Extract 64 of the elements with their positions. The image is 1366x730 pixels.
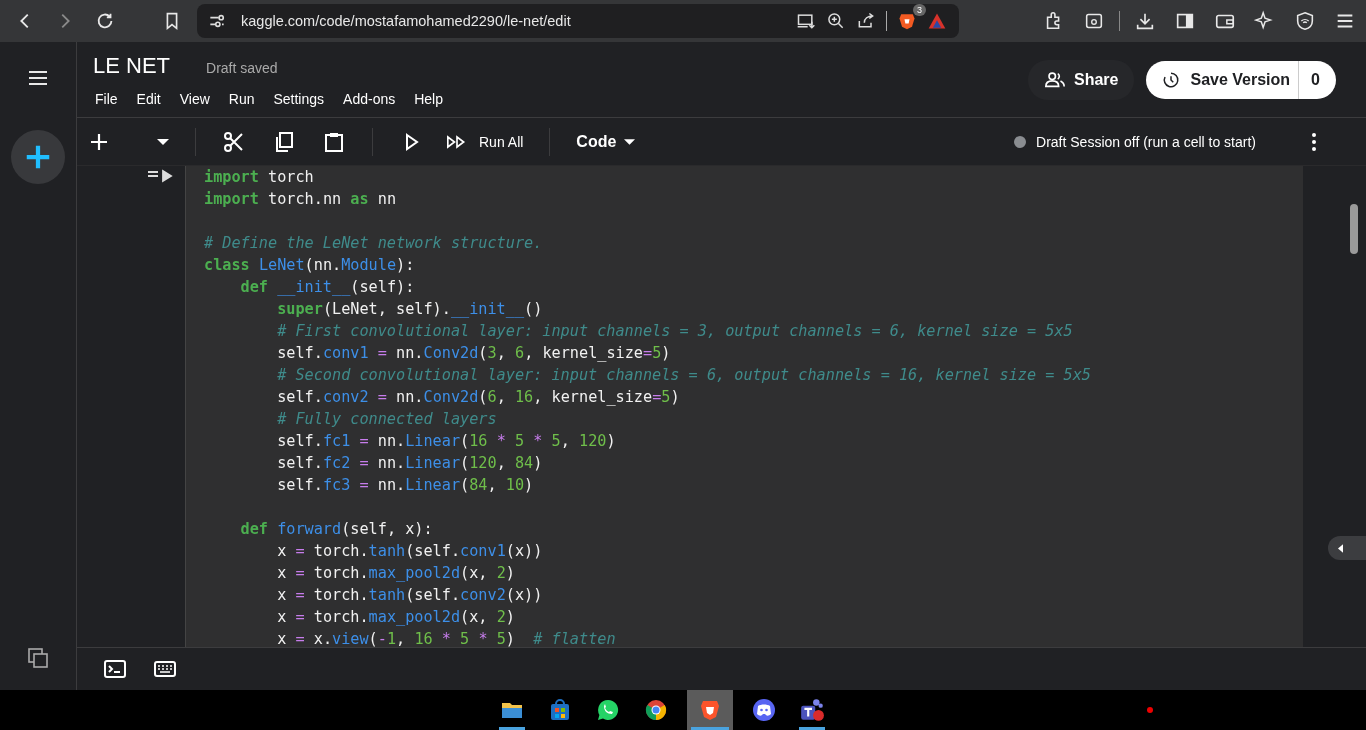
code-line: import torch.nn as nn: [204, 189, 398, 210]
code-line: # Define the LeNet network structure.: [204, 233, 544, 254]
code-line: x = torch.tanh(self.conv2(x)): [276, 585, 544, 606]
code-line: x = torch.tanh(self.conv1(x)): [276, 541, 544, 562]
caret-icon[interactable]: [157, 138, 169, 145]
share-button[interactable]: Share: [1028, 59, 1135, 100]
address-bar[interactable]: kaggle.com/code/mostafamohamed2290/le-net/edit 3: [197, 4, 959, 38]
session-status-dot: [1014, 135, 1027, 148]
shield-icon[interactable]: [1294, 10, 1316, 32]
menu-item[interactable]: Settings: [273, 90, 325, 107]
code-line: def __init__(self):: [239, 277, 416, 298]
menu-item[interactable]: Edit: [136, 90, 161, 107]
browser-icon: [644, 698, 668, 722]
code-line: # Fully connected layers: [276, 409, 498, 430]
cut-icon[interactable]: [222, 129, 246, 154]
code-line: x = torch.max_pool2d(x, 2): [276, 607, 516, 628]
lion-shield-icon[interactable]: [897, 11, 917, 31]
save-status: Draft saved: [206, 59, 278, 76]
team-icon: [799, 697, 825, 723]
scrollbar-thumb[interactable]: [1350, 204, 1358, 254]
zoom-icon[interactable]: [826, 11, 846, 31]
history-icon: [1162, 70, 1181, 89]
taskbar-button[interactable]: [687, 690, 733, 730]
code-line: class LeNet(nn.Module):: [204, 255, 416, 276]
code-line: # Second convolutional layer: input channels = 6, output channels = 16, kernel size = 5x5: [276, 365, 1092, 386]
url-text: kaggle.com/code/mostafamohamed2290/le-net/edit: [241, 13, 571, 29]
triangle-icon[interactable]: [927, 11, 947, 31]
code-cell[interactable]: [185, 166, 1303, 647]
run-all-button[interactable]: Run All: [445, 131, 524, 152]
menu-item[interactable]: Run: [228, 90, 255, 107]
caret-icon: [624, 138, 636, 145]
version-count: 0: [1310, 70, 1321, 89]
cell-type-dropdown[interactable]: Code: [576, 132, 636, 151]
code-line: self.fc2 = nn.Linear(120, 84): [276, 453, 544, 474]
notification-badge: 3: [913, 4, 926, 16]
run-cell-icon[interactable]: [147, 169, 173, 183]
code-line: super(LeNet, self).__init__(): [276, 299, 544, 320]
install-icon[interactable]: [796, 11, 816, 31]
code-line: x = x.view(-1, 16 * 5 * 5) # flatten: [276, 629, 617, 647]
session-status: Draft Session off (run a cell to start): [1036, 133, 1256, 150]
code-line: self.fc3 = nn.Linear(84, 10): [276, 475, 535, 496]
menu-item[interactable]: Add-ons: [343, 90, 396, 107]
code-line: import torch: [204, 167, 315, 188]
create-button[interactable]: [11, 130, 65, 184]
code-line: self.conv2 = nn.Conv2d(6, 16, kernel_size=5): [276, 387, 681, 408]
code-line: def forward(self, x):: [239, 519, 434, 540]
code-line: x = torch.max_pool2d(x, 2): [276, 563, 516, 584]
lion-shield-icon: [698, 698, 722, 722]
code-line: self.fc1 = nn.Linear(16 * 5 * 5, 120): [276, 431, 617, 452]
save-version-button[interactable]: Save Version: [1146, 60, 1300, 99]
collapse-panel-button[interactable]: [1328, 536, 1366, 560]
code-line: # First convolutional layer: input channels = 3, output channels = 6, kernel size = 5x5: [276, 321, 1074, 342]
shopping-bag-icon: [548, 698, 572, 722]
game-controller-icon: [752, 698, 776, 722]
menu-item[interactable]: Help: [414, 90, 443, 107]
menu-item[interactable]: View: [179, 90, 210, 107]
caret-icon: [1338, 543, 1343, 553]
recording-dot: [1147, 707, 1153, 713]
phone-chat-icon: [596, 698, 620, 722]
menu-item[interactable]: File: [95, 90, 118, 107]
notebook-title[interactable]: LE NET: [93, 52, 171, 79]
share-icon[interactable]: [856, 11, 876, 31]
terminal-icon[interactable]: [103, 657, 127, 681]
code-line: self.conv1 = nn.Conv2d(3, 6, kernel_size=5): [276, 343, 672, 364]
